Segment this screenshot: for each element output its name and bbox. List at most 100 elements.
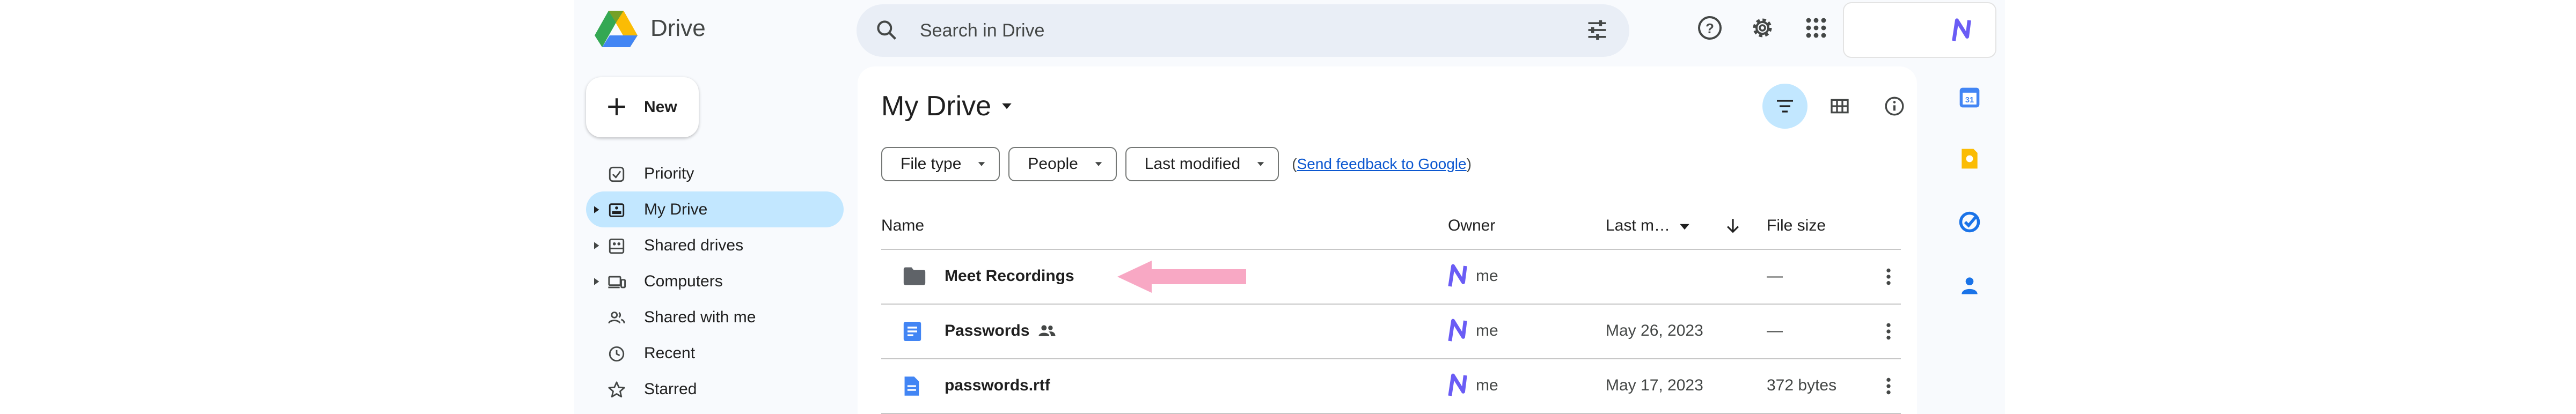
chip-label: File type [901, 155, 962, 173]
search-input[interactable]: Search in Drive [920, 20, 1044, 41]
caret-right-icon[interactable] [592, 205, 600, 214]
folder-icon [903, 267, 926, 285]
drive-logo-icon [595, 11, 638, 47]
details-button[interactable] [1872, 84, 1917, 129]
list-view-button[interactable] [1762, 84, 1807, 129]
sidebar-item-label: Recent [644, 344, 696, 362]
account-switcher[interactable] [1843, 2, 1996, 58]
shared-drives-icon [609, 238, 625, 254]
highlight-arrow-icon [1117, 261, 1246, 293]
sidebar-item-label: Computers [644, 272, 723, 290]
calendar-icon[interactable]: 31 [1958, 86, 1981, 109]
file-size: 372 bytes [1767, 376, 1837, 394]
drive-app: Drive Search in Drive ? New Priority My … [574, 0, 2005, 414]
file-name: Passwords [945, 322, 1030, 339]
page-title[interactable]: My Drive [881, 90, 1013, 122]
caret-down-icon[interactable] [1001, 102, 1013, 110]
page-title-text: My Drive [881, 91, 992, 122]
sidebar-item-starred[interactable]: Starred [586, 371, 844, 407]
table-row[interactable]: passwords.rtf me May 17, 2023 372 bytes [881, 359, 1901, 414]
priority-icon [609, 166, 625, 182]
search-options-icon[interactable] [1585, 18, 1609, 42]
google-doc-icon [903, 322, 921, 341]
sidebar-item-label: My Drive [644, 200, 708, 218]
apps-grid-icon[interactable] [1803, 15, 1829, 41]
caret-down-icon [978, 162, 985, 166]
column-owner-header[interactable]: Owner [1448, 217, 1495, 235]
new-button[interactable]: New [586, 77, 699, 137]
tasks-icon[interactable] [1958, 210, 1981, 234]
caret-down-icon[interactable] [1679, 223, 1690, 231]
computers-icon [608, 276, 626, 289]
svg-text:?: ? [1706, 20, 1714, 36]
sidebar-item-label: Priority [644, 164, 694, 182]
plus-icon [608, 98, 625, 115]
caret-right-icon[interactable] [592, 277, 600, 286]
table-header: Name Owner Last m… File size [881, 203, 1901, 250]
table-row[interactable]: Meet Recordings me — [881, 250, 1901, 305]
people-filter[interactable]: People [1008, 147, 1117, 181]
paren-close: ) [1466, 156, 1472, 172]
keep-icon[interactable] [1958, 147, 1981, 171]
sidebar-item-shared-with-me[interactable]: Shared with me [586, 299, 844, 335]
caret-right-icon[interactable] [592, 241, 600, 250]
filter-chips: File type People Last modified (Send fee… [881, 147, 1472, 181]
last-modified: May 17, 2023 [1606, 376, 1703, 394]
sidebar-item-my-drive[interactable]: My Drive [586, 191, 844, 227]
feedback-text: (Send feedback to Google) [1292, 156, 1472, 173]
sidebar-item-priority[interactable]: Priority [586, 156, 844, 191]
drive-logo[interactable]: Drive [595, 10, 706, 47]
owner-avatar-icon [1448, 319, 1467, 342]
more-actions-icon[interactable] [1885, 266, 1892, 287]
owner-avatar-icon [1448, 373, 1467, 396]
column-modified-header[interactable]: Last m… [1606, 217, 1670, 235]
caret-down-icon [1257, 162, 1264, 166]
column-name-header[interactable]: Name [881, 217, 924, 235]
caret-down-icon [1095, 162, 1102, 166]
search-icon[interactable] [875, 18, 898, 42]
table-row[interactable]: Passwords me May 26, 2023 — [881, 305, 1901, 359]
sidebar-item-shared-drives[interactable]: Shared drives [586, 227, 844, 263]
owner: me [1476, 322, 1498, 339]
file-name: Meet Recordings [945, 267, 1074, 285]
more-actions-icon[interactable] [1885, 321, 1892, 342]
file-table: Name Owner Last m… File size Meet Record… [881, 203, 1901, 414]
shared-people-icon [1038, 325, 1056, 336]
more-actions-icon[interactable] [1885, 375, 1892, 397]
owner: me [1476, 376, 1498, 394]
chip-label: Last modified [1144, 155, 1241, 173]
sidebar-nav: Priority My Drive Shared drives Computer… [586, 156, 844, 407]
people-icon [608, 311, 625, 324]
contacts-icon[interactable] [1958, 273, 1981, 297]
svg-text:31: 31 [1965, 96, 1974, 105]
app-title: Drive [650, 15, 706, 41]
grid-icon [1831, 99, 1849, 114]
sidebar-item-label: Shared drives [644, 236, 744, 254]
filter-lines-icon [1777, 100, 1793, 113]
grid-view-button[interactable] [1817, 84, 1862, 129]
file-size: — [1767, 267, 1783, 285]
new-button-label: New [644, 98, 677, 116]
settings-gear-icon[interactable] [1750, 15, 1775, 41]
paren-open: ( [1292, 156, 1297, 172]
help-icon[interactable]: ? [1697, 15, 1723, 41]
star-icon [608, 381, 625, 398]
main-panel: My Drive File type People Last modified … [858, 66, 1917, 414]
clock-icon [609, 346, 625, 362]
send-feedback-link[interactable]: Send feedback to Google [1297, 156, 1467, 172]
file-name: passwords.rtf [945, 376, 1050, 394]
file-type-filter[interactable]: File type [881, 147, 1000, 181]
sort-arrow-down-icon[interactable] [1724, 217, 1742, 235]
chip-label: People [1028, 155, 1078, 173]
account-logo-icon [1952, 18, 1971, 41]
last-modified: May 26, 2023 [1606, 322, 1703, 339]
owner: me [1476, 267, 1498, 285]
sidebar-item-recent[interactable]: Recent [586, 335, 844, 371]
sidebar-item-computers[interactable]: Computers [586, 263, 844, 299]
owner-avatar-icon [1448, 264, 1467, 287]
file-size: — [1767, 322, 1783, 339]
column-size-header[interactable]: File size [1767, 217, 1826, 235]
search-bar[interactable]: Search in Drive [857, 4, 1629, 57]
last-modified-filter[interactable]: Last modified [1125, 147, 1279, 181]
sidebar-item-label: Shared with me [644, 308, 756, 326]
